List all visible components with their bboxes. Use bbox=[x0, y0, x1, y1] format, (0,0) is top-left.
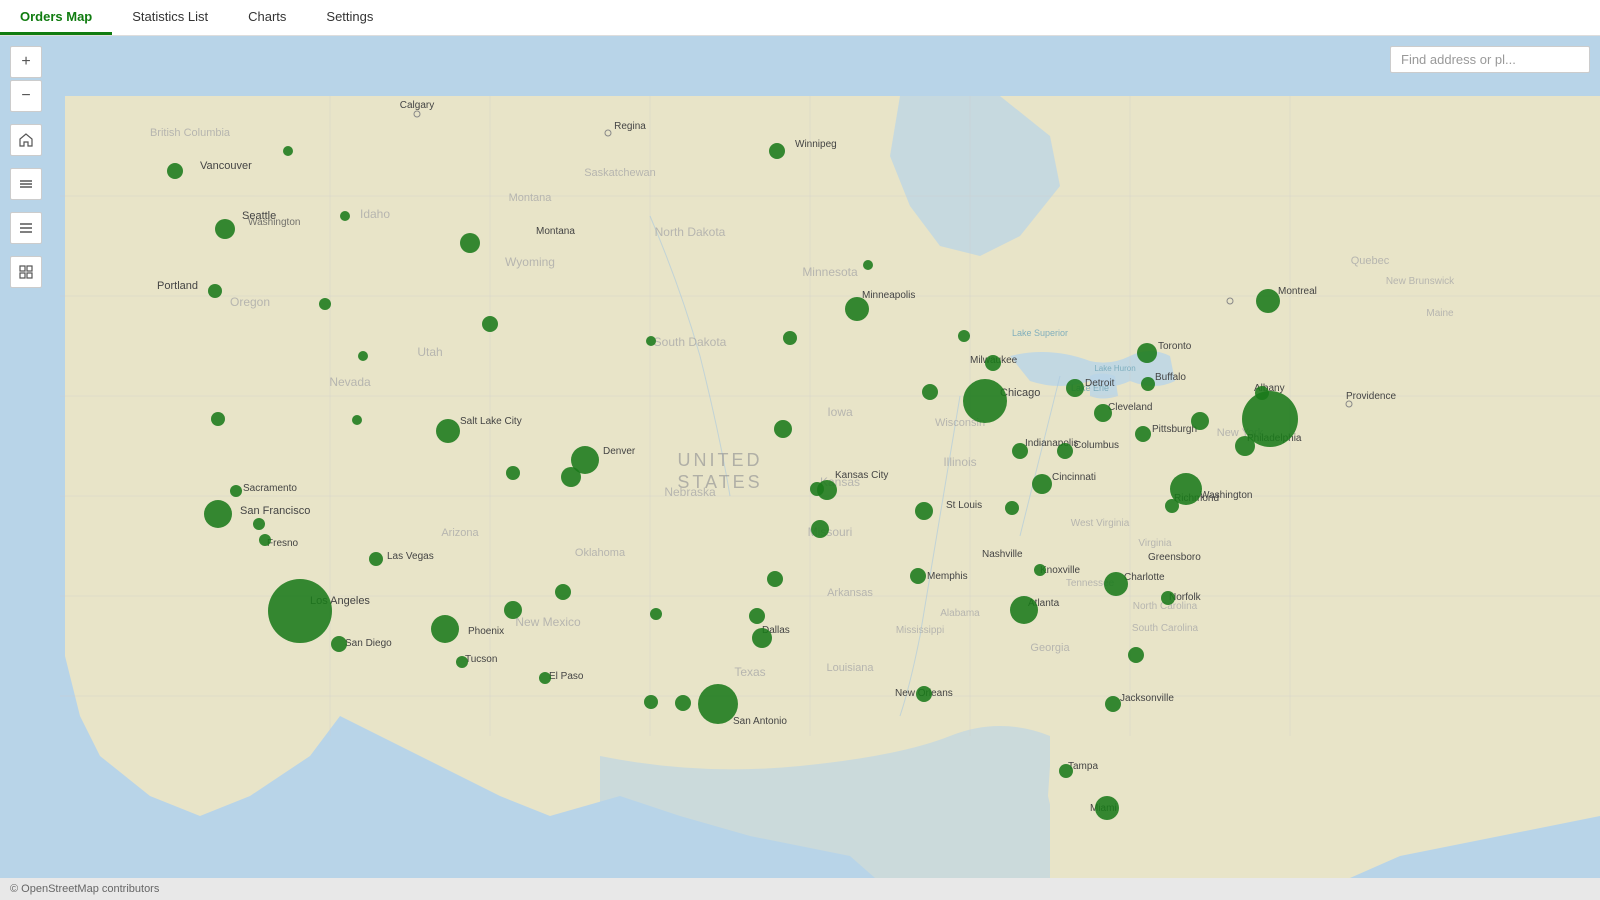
svg-text:Tucson: Tucson bbox=[465, 654, 497, 665]
svg-text:Sacramento: Sacramento bbox=[243, 483, 297, 494]
svg-text:Minneapolis: Minneapolis bbox=[862, 290, 915, 301]
svg-text:South Carolina: South Carolina bbox=[1132, 623, 1199, 634]
tab-statistics-list[interactable]: Statistics List bbox=[112, 0, 228, 35]
svg-text:San Antonio: San Antonio bbox=[733, 716, 787, 727]
svg-text:Iowa: Iowa bbox=[827, 405, 853, 419]
svg-text:Jacksonville: Jacksonville bbox=[1120, 693, 1174, 704]
svg-text:Louisiana: Louisiana bbox=[826, 662, 874, 674]
svg-text:Oregon: Oregon bbox=[230, 295, 270, 309]
svg-text:Greensboro: Greensboro bbox=[1148, 552, 1201, 563]
svg-text:Mississippi: Mississippi bbox=[896, 625, 944, 636]
svg-text:Montreal: Montreal bbox=[1278, 286, 1317, 297]
svg-text:Arkansas: Arkansas bbox=[827, 587, 873, 599]
svg-text:North Dakota: North Dakota bbox=[655, 225, 726, 239]
svg-text:St Louis: St Louis bbox=[946, 500, 982, 511]
svg-text:Idaho: Idaho bbox=[360, 207, 390, 221]
svg-text:Georgia: Georgia bbox=[1030, 642, 1070, 654]
svg-text:Texas: Texas bbox=[734, 665, 765, 679]
svg-text:Virginia: Virginia bbox=[1138, 538, 1172, 549]
svg-text:Salt Lake City: Salt Lake City bbox=[460, 416, 522, 427]
grid-button[interactable] bbox=[10, 256, 42, 288]
svg-text:Charlotte: Charlotte bbox=[1124, 572, 1165, 583]
svg-text:Montana: Montana bbox=[509, 192, 553, 204]
svg-text:Regina: Regina bbox=[614, 121, 646, 132]
svg-text:New Mexico: New Mexico bbox=[515, 615, 581, 629]
svg-text:Oklahoma: Oklahoma bbox=[575, 547, 626, 559]
map-toolbar: + − bbox=[10, 46, 42, 288]
svg-text:Utah: Utah bbox=[417, 345, 442, 359]
svg-text:Minnesota: Minnesota bbox=[802, 265, 858, 279]
svg-text:Fresno: Fresno bbox=[267, 538, 299, 549]
svg-text:El Paso: El Paso bbox=[549, 671, 584, 682]
svg-text:Arizona: Arizona bbox=[441, 527, 479, 539]
svg-text:Providence: Providence bbox=[1346, 391, 1396, 402]
svg-text:Montana: Montana bbox=[536, 226, 575, 237]
svg-text:Winnipeg: Winnipeg bbox=[795, 139, 837, 150]
svg-text:Quebec: Quebec bbox=[1351, 255, 1390, 267]
svg-text:Wyoming: Wyoming bbox=[505, 255, 555, 269]
svg-text:Illinois: Illinois bbox=[943, 455, 976, 469]
svg-text:Columbus: Columbus bbox=[1074, 440, 1119, 451]
svg-text:Pittsburgh: Pittsburgh bbox=[1152, 424, 1197, 435]
search-input[interactable]: Find address or pl... bbox=[1390, 46, 1590, 73]
svg-text:San Francisco: San Francisco bbox=[240, 505, 310, 517]
svg-text:Alabama: Alabama bbox=[940, 608, 980, 619]
svg-text:Cincinnati: Cincinnati bbox=[1052, 472, 1096, 483]
svg-text:Nashville: Nashville bbox=[982, 549, 1023, 560]
svg-text:Nevada: Nevada bbox=[329, 375, 371, 389]
home-button[interactable] bbox=[10, 124, 42, 156]
svg-text:Detroit: Detroit bbox=[1085, 378, 1115, 389]
svg-text:British Columbia: British Columbia bbox=[150, 127, 231, 139]
map-attribution: © OpenStreetMap contributors bbox=[0, 878, 1600, 900]
svg-text:Washington: Washington bbox=[248, 217, 300, 228]
svg-text:Vancouver: Vancouver bbox=[200, 160, 252, 172]
svg-text:San Diego: San Diego bbox=[345, 638, 392, 649]
tab-charts[interactable]: Charts bbox=[228, 0, 306, 35]
svg-text:Denver: Denver bbox=[603, 446, 636, 457]
svg-text:Cleveland: Cleveland bbox=[1108, 402, 1152, 413]
svg-text:Memphis: Memphis bbox=[927, 571, 968, 582]
svg-text:Portland: Portland bbox=[157, 280, 198, 292]
svg-text:Saskatchewan: Saskatchewan bbox=[584, 167, 656, 179]
svg-text:Phoenix: Phoenix bbox=[468, 626, 504, 637]
svg-text:Calgary: Calgary bbox=[400, 100, 434, 111]
header: Orders Map Statistics List Charts Settin… bbox=[0, 0, 1600, 36]
tab-settings[interactable]: Settings bbox=[306, 0, 393, 35]
map-container: UNITED STATES Oregon Idaho Wyoming Monta… bbox=[0, 36, 1600, 900]
svg-text:Nebraska: Nebraska bbox=[664, 485, 716, 499]
svg-text:UNITED: UNITED bbox=[678, 450, 763, 470]
svg-text:Kansas City: Kansas City bbox=[835, 470, 888, 481]
svg-text:Knoxville: Knoxville bbox=[1040, 565, 1080, 576]
svg-text:Lake Huron: Lake Huron bbox=[1094, 364, 1135, 373]
svg-text:Toronto: Toronto bbox=[1158, 341, 1192, 352]
svg-text:South Dakota: South Dakota bbox=[654, 335, 727, 349]
tab-orders-map[interactable]: Orders Map bbox=[0, 0, 112, 35]
svg-text:Maine: Maine bbox=[1426, 308, 1454, 319]
svg-text:Lake Superior: Lake Superior bbox=[1012, 328, 1068, 338]
svg-text:West Virginia: West Virginia bbox=[1071, 518, 1130, 529]
zoom-out-button[interactable]: − bbox=[10, 80, 42, 112]
svg-text:Buffalo: Buffalo bbox=[1155, 372, 1186, 383]
zoom-in-button[interactable]: + bbox=[10, 46, 42, 78]
svg-text:Las Vegas: Las Vegas bbox=[387, 551, 434, 562]
layers-button[interactable] bbox=[10, 168, 42, 200]
legend-button[interactable] bbox=[10, 212, 42, 244]
svg-text:New Brunswick: New Brunswick bbox=[1386, 276, 1455, 287]
map-svg: UNITED STATES Oregon Idaho Wyoming Monta… bbox=[0, 36, 1600, 900]
